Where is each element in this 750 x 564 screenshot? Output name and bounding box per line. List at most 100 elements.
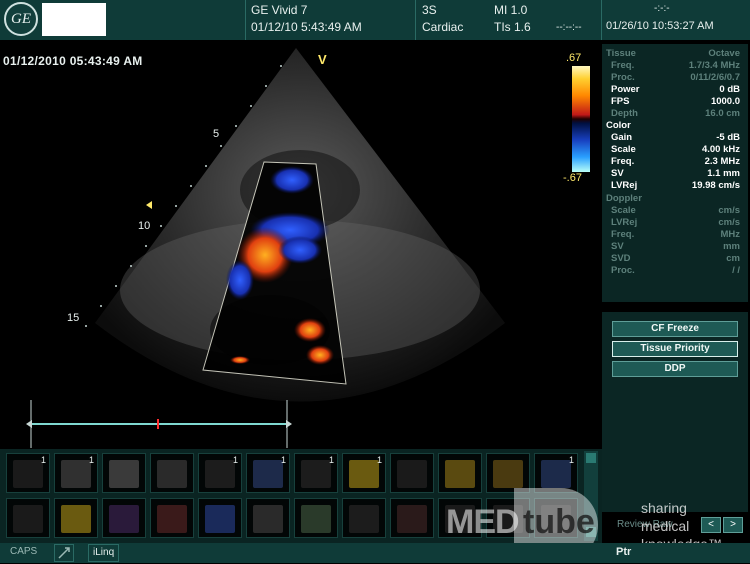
param-label: Freq. [611, 60, 635, 71]
tool-icon[interactable] [54, 544, 74, 562]
thumbnail-preview [541, 460, 571, 488]
param-value: mm [723, 241, 740, 252]
param-label: SV [611, 241, 624, 252]
param-value: cm [726, 253, 740, 264]
thumbnail-row2-2[interactable] [54, 498, 98, 538]
next-button[interactable]: > [723, 517, 743, 533]
thumbnail-row1-1[interactable]: 1 [6, 453, 50, 493]
thumbnail-row1-7[interactable]: 1 [294, 453, 338, 493]
pointer-indicator: Ptr [616, 546, 632, 558]
param-row: Gain -5 dB [602, 132, 748, 144]
orientation-mark: V [318, 52, 327, 67]
thumbnail-label: 1 [280, 455, 286, 465]
footer-bar: CAPS iLinq [0, 543, 750, 563]
thumbnail-row1-11[interactable] [486, 453, 530, 493]
param-row: SV mm [602, 241, 748, 253]
thumbnail-preview [397, 505, 427, 533]
color-label: Color [606, 120, 631, 131]
ilinq-button[interactable]: iLinq [88, 544, 120, 562]
param-row: LVRej cm/s [602, 217, 748, 229]
scroll-up-icon[interactable] [586, 453, 596, 463]
thumbnail-row2-5[interactable] [198, 498, 242, 538]
thumbnail-preview [109, 460, 139, 488]
param-label: SV [611, 168, 624, 179]
colorbar-bottom-label: -.67 [563, 172, 582, 184]
tissue-section-header: Tissue Octave [602, 48, 748, 60]
color-section-header: Color [602, 120, 748, 132]
thumbnail-preview [205, 460, 235, 488]
thumbnail-row2-8[interactable] [342, 498, 386, 538]
header-probe-cell: 3S Cardiac MI 1.0 TIs 1.6 --:--:-- [416, 0, 602, 40]
param-value: 1.7/3.4 MHz [688, 60, 740, 71]
param-value: 1000.0 [710, 96, 740, 107]
thumbnail-label: 1 [232, 455, 238, 465]
thumbnail-label: 1 [40, 455, 46, 465]
clock: 01/26/10 10:53:27 AM [606, 20, 714, 32]
tissue-priority-button[interactable]: Tissue Priority [612, 341, 738, 357]
ultrasound-image[interactable] [0, 40, 600, 449]
ddp-button[interactable]: DDP [612, 361, 738, 377]
thumbnail-row2-9[interactable] [390, 498, 434, 538]
param-label: Freq. [611, 229, 635, 240]
param-row: Freq. 2.3 MHz [602, 156, 748, 168]
thumbnail-row2-1[interactable] [6, 498, 50, 538]
param-label: SVD [611, 253, 631, 264]
param-label: Gain [611, 132, 633, 143]
thumbnail-row2-7[interactable] [294, 498, 338, 538]
thumbnail-preview [397, 460, 427, 488]
frame-indicator: --:--:-- [556, 22, 582, 33]
thumbnail-preview [301, 460, 331, 488]
tis-value: TIs 1.6 [494, 20, 531, 34]
param-row: Proc. 0/11/2/6/0.7 [602, 72, 748, 84]
clock-top: -:-:- [654, 3, 670, 14]
header-logo-cell: GE [0, 0, 246, 40]
param-row: Depth 16.0 cm [602, 108, 748, 120]
thumbnail-row2-3[interactable] [102, 498, 146, 538]
thumbnail-row1-5[interactable]: 1 [198, 453, 242, 493]
param-row: Power 0 dB [602, 84, 748, 96]
thumbnail-preview [61, 505, 91, 533]
param-label: FPS [611, 96, 630, 107]
param-row: Freq. MHz [602, 229, 748, 241]
param-value: cm/s [718, 217, 740, 228]
probe-name: 3S [422, 3, 437, 17]
thumbnail-row1-3[interactable] [102, 453, 146, 493]
param-value: / / [732, 265, 740, 276]
depth-marker-10: 10 [138, 220, 151, 232]
param-label: Scale [611, 205, 636, 216]
param-row: Freq. 1.7/3.4 MHz [602, 60, 748, 72]
param-value: 4.00 kHz [701, 144, 740, 155]
param-label: Depth [611, 108, 638, 119]
thumbnail-label: 1 [328, 455, 334, 465]
system-name: GE Vivid 7 [251, 3, 308, 17]
thumbnail-label: 1 [88, 455, 94, 465]
param-label: Proc. [611, 72, 635, 83]
depth-marker-15: 15 [67, 312, 80, 324]
thumbnail-preview [349, 505, 379, 533]
velocity-colorbar [572, 66, 590, 172]
thumbnail-row1-6[interactable]: 1 [246, 453, 290, 493]
thumbnail-row1-12[interactable]: 1 [534, 453, 578, 493]
param-label: LVRej [611, 217, 638, 228]
thumbnail-row1-9[interactable] [390, 453, 434, 493]
thumbnail-row1-10[interactable] [438, 453, 482, 493]
thumbnail-label: 1 [568, 455, 574, 465]
cf-freeze-button[interactable]: CF Freeze [612, 321, 738, 337]
param-label: Scale [611, 144, 636, 155]
thumbnail-preview [13, 505, 43, 533]
watermark-tube: tube [523, 503, 595, 541]
header-bar: GE GE Vivid 7 01/12/10 5:43:49 AM 3S Car… [0, 0, 750, 40]
focus-marker-icon [146, 201, 152, 209]
colorbar-top-label: .67 [566, 52, 582, 64]
tissue-label: Tissue [606, 48, 636, 59]
thumbnail-row1-2[interactable]: 1 [54, 453, 98, 493]
param-label: Freq. [611, 156, 635, 167]
application-name: Cardiac [422, 20, 464, 34]
caps-indicator: CAPS [10, 546, 38, 557]
thumbnail-preview [493, 460, 523, 488]
thumbnail-row2-6[interactable] [246, 498, 290, 538]
thumbnail-preview [109, 505, 139, 533]
thumbnail-row1-8[interactable]: 1 [342, 453, 386, 493]
thumbnail-row1-4[interactable] [150, 453, 194, 493]
thumbnail-row2-4[interactable] [150, 498, 194, 538]
